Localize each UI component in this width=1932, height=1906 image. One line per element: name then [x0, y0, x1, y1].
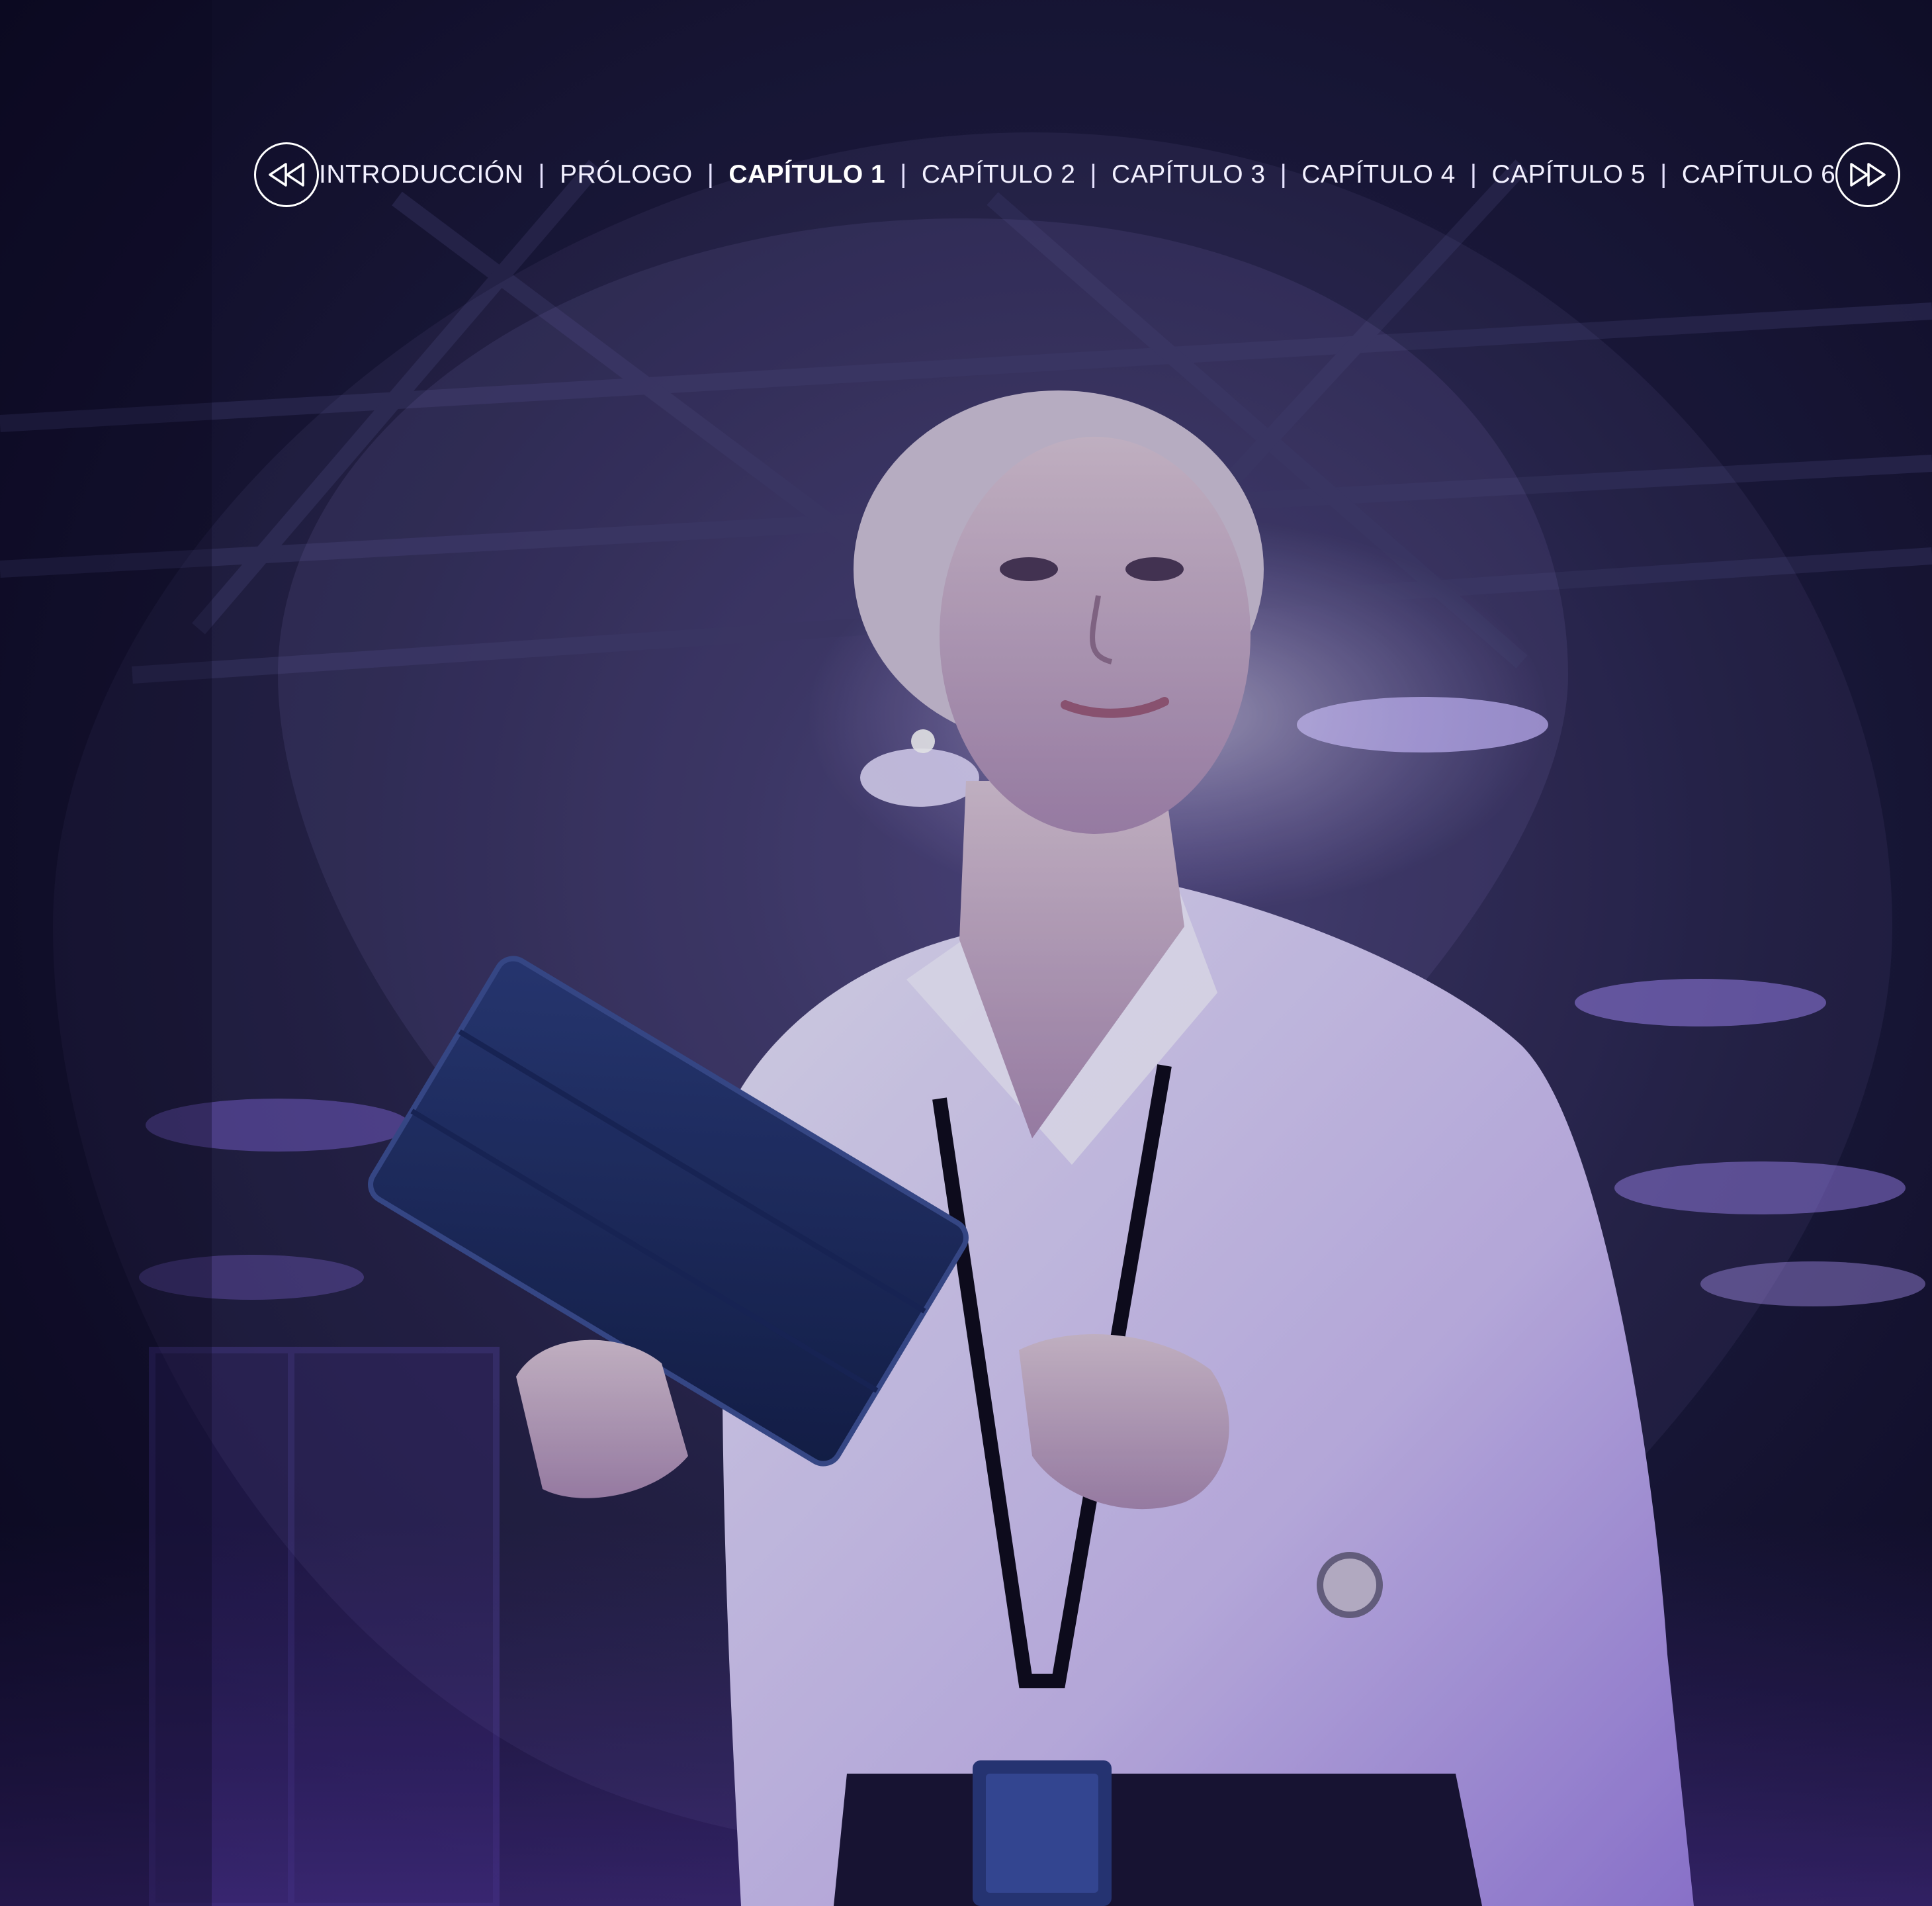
nav-separator: |	[1470, 160, 1477, 189]
nav-separator: |	[1090, 160, 1098, 189]
nav-item-capitulo-5[interactable]: CAPÍTULO 5	[1491, 160, 1646, 189]
nav-item-capitulo-4[interactable]: CAPÍTULO 4	[1301, 160, 1456, 189]
nav-item-capitulo-3[interactable]: CAPÍTULO 3	[1112, 160, 1266, 189]
rewind-icon	[267, 161, 306, 188]
nav-separator: |	[538, 160, 545, 189]
next-chapter-button[interactable]	[1835, 142, 1901, 207]
nav-item-capitulo-6[interactable]: CAPÍTULO 6	[1682, 160, 1836, 189]
nav-item-capitulo-2[interactable]: CAPÍTULO 2	[922, 160, 1076, 189]
nav-separator: |	[900, 160, 907, 189]
fast-forward-icon	[1849, 161, 1887, 188]
chapter-navigation: INTRODUCCIÓN | PRÓLOGO | CAPÍTULO 1 | CA…	[254, 139, 1901, 210]
chapter-list: INTRODUCCIÓN | PRÓLOGO | CAPÍTULO 1 | CA…	[319, 160, 1835, 189]
nav-item-prologo[interactable]: PRÓLOGO	[560, 160, 693, 189]
nav-separator: |	[1660, 160, 1667, 189]
chapter-page: INTRODUCCIÓN | PRÓLOGO | CAPÍTULO 1 | CA…	[0, 0, 1932, 1906]
nav-item-capitulo-1[interactable]: CAPÍTULO 1	[728, 160, 885, 189]
nav-item-introduccion[interactable]: INTRODUCCIÓN	[319, 160, 523, 189]
nav-separator: |	[1280, 160, 1288, 189]
hero-photo	[0, 0, 1932, 1906]
nav-separator: |	[707, 160, 715, 189]
previous-chapter-button[interactable]	[254, 142, 319, 207]
